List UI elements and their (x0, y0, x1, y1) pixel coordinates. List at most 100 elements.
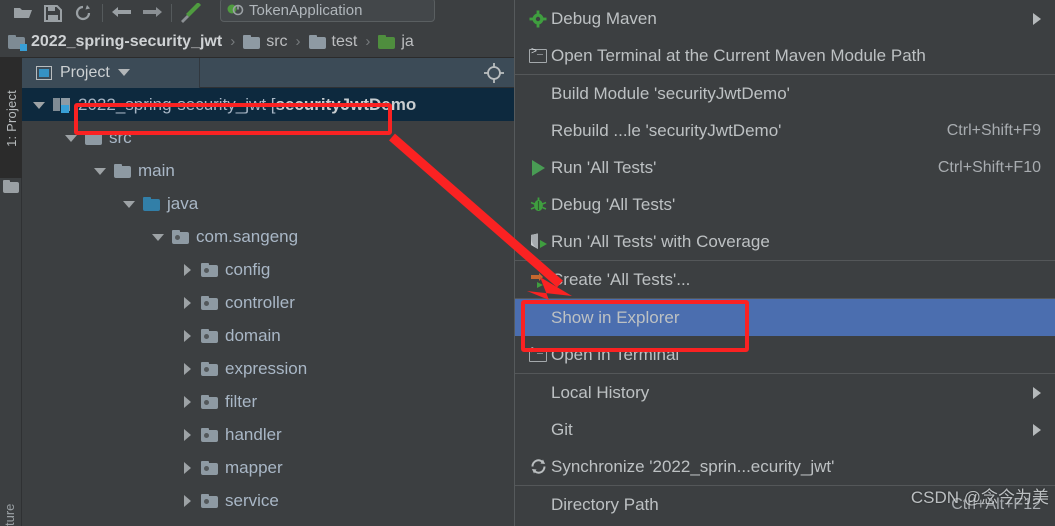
tree-row-config[interactable]: config (22, 253, 516, 286)
left-tool-strip: 1: Project ture (0, 58, 22, 526)
tree-row-service[interactable]: service (22, 484, 516, 517)
terminal-icon (525, 47, 551, 63)
synchronize-icon (525, 457, 551, 476)
collapse-triangle-icon[interactable] (180, 362, 194, 376)
build-hammer-icon[interactable] (176, 1, 206, 25)
menu-item-debug-maven[interactable]: Debug Maven (515, 0, 1055, 37)
sidebar-item-structure[interactable]: ture (2, 478, 17, 526)
collapse-triangle-icon[interactable] (180, 428, 194, 442)
watermark: CSDN @念今为美 (910, 488, 1049, 507)
coverage-icon (525, 233, 551, 250)
source-folder-icon (143, 196, 160, 211)
collapse-triangle-icon[interactable] (180, 461, 194, 475)
menu-item-show-in-explorer[interactable]: Show in Explorer (515, 299, 1055, 336)
submenu-arrow-icon (1033, 386, 1041, 399)
expand-triangle-icon[interactable] (32, 98, 46, 112)
toolbar-separator-1 (102, 4, 103, 22)
menu-item-build-module[interactable]: Build Module 'securityJwtDemo' (515, 75, 1055, 112)
expand-triangle-icon[interactable] (122, 197, 136, 211)
tree-row-com-sangeng[interactable]: com.sangeng (22, 220, 516, 253)
expand-triangle-icon[interactable] (151, 230, 165, 244)
menu-item-open-in-terminal[interactable]: Open in Terminal (515, 336, 1055, 373)
menu-item-debug-all-tests[interactable]: Debug 'All Tests' (515, 186, 1055, 223)
project-folder-icon[interactable] (3, 180, 19, 193)
collapse-triangle-icon[interactable] (180, 395, 194, 409)
menu-item-label: Show in Explorer (551, 307, 680, 327)
menu-item-label: Directory Path (551, 494, 659, 514)
tree-row-label: java (167, 193, 199, 213)
run-icon (525, 159, 551, 176)
menu-item-label: Build Module 'securityJwtDemo' (551, 83, 790, 103)
breadcrumb-item-src[interactable]: src (243, 32, 288, 51)
run-config-label: TokenApplication (249, 1, 363, 19)
select-opened-file-icon[interactable] (484, 62, 504, 83)
submenu-arrow-icon (1033, 12, 1041, 25)
tab-project[interactable]: Project (22, 57, 200, 88)
menu-item-label: Open Terminal at the Current Maven Modul… (551, 45, 926, 65)
folder-icon (114, 163, 131, 178)
menu-item-git[interactable]: Git (515, 411, 1055, 448)
breadcrumb-item-test[interactable]: test (308, 32, 358, 51)
sidebar-item-project[interactable]: 1: Project (0, 58, 22, 178)
collapse-triangle-icon[interactable] (180, 296, 194, 310)
package-icon (201, 394, 218, 409)
tree-row-filter[interactable]: filter (22, 385, 516, 418)
module-icon (53, 97, 71, 113)
tree-row-label: handler (225, 424, 282, 444)
collapse-triangle-icon[interactable] (180, 263, 194, 277)
expand-triangle-icon[interactable] (64, 131, 78, 145)
project-tree: 2022_spring-security_jwt [securityJwtDem… (22, 88, 516, 526)
open-folder-icon[interactable] (8, 1, 38, 25)
breadcrumb-label: test (331, 32, 358, 50)
run-config-icon (227, 2, 244, 18)
breadcrumb-label: src (266, 32, 288, 50)
tree-row-module[interactable]: 2022_spring-security_jwt [securityJwtDem… (22, 88, 516, 121)
tree-row-handler[interactable]: handler (22, 418, 516, 451)
menu-item-shortcut: Ctrl+Shift+F10 (937, 158, 1041, 176)
expand-triangle-icon[interactable] (93, 164, 107, 178)
tab-project-label: Project (60, 63, 110, 81)
menu-item-label: Open in Terminal (551, 344, 680, 364)
redo-icon[interactable] (137, 1, 167, 25)
ide-window: TokenApplication 2022_spring-security_jw… (0, 0, 1055, 526)
menu-item-shortcut: Ctrl+Shift+F9 (946, 121, 1041, 139)
breadcrumb-separator: › (230, 33, 236, 50)
package-icon (201, 295, 218, 310)
menu-item-run-with-coverage[interactable]: Run 'All Tests' with Coverage (515, 223, 1055, 260)
menu-item-local-history[interactable]: Local History (515, 374, 1055, 411)
save-all-icon[interactable] (38, 1, 68, 25)
chevron-down-icon[interactable] (117, 69, 130, 76)
breadcrumb-label: ja (401, 32, 414, 50)
breadcrumb-separator: › (365, 33, 371, 50)
tree-row-main[interactable]: main (22, 154, 516, 187)
menu-item-create-all-tests[interactable]: Create 'All Tests'... (515, 261, 1055, 298)
tree-row-controller[interactable]: controller (22, 286, 516, 319)
tree-row-src[interactable]: src (22, 121, 516, 154)
sync-refresh-icon[interactable] (68, 1, 98, 25)
tree-row-label: config (225, 259, 271, 279)
menu-item-rebuild-module[interactable]: Rebuild ...le 'securityJwtDemo' Ctrl+Shi… (515, 112, 1055, 149)
project-panel-header: Project (22, 57, 516, 88)
menu-item-open-terminal-maven[interactable]: Open Terminal at the Current Maven Modul… (515, 37, 1055, 74)
tree-row-java[interactable]: java (22, 187, 516, 220)
menu-item-synchronize[interactable]: Synchronize '2022_sprin...ecurity_jwt' (515, 448, 1055, 485)
tree-row-domain[interactable]: domain (22, 319, 516, 352)
tree-row-label: 2022_spring-security_jwt [securityJwtDem… (78, 94, 417, 114)
collapse-triangle-icon[interactable] (180, 329, 194, 343)
menu-item-label: Debug Maven (551, 8, 657, 28)
breadcrumb-item-project[interactable]: 2022_spring-security_jwt (8, 33, 222, 51)
folder-icon (243, 34, 261, 49)
menu-item-label: Synchronize '2022_sprin...ecurity_jwt' (551, 456, 835, 476)
tree-row-mapper[interactable]: mapper (22, 451, 516, 484)
package-icon (201, 361, 218, 376)
package-icon (201, 493, 218, 508)
menu-item-run-all-tests[interactable]: Run 'All Tests' Ctrl+Shift+F10 (515, 149, 1055, 186)
run-configuration-selector[interactable]: TokenApplication (220, 0, 435, 22)
collapse-triangle-icon[interactable] (180, 494, 194, 508)
tree-row-expression[interactable]: expression (22, 352, 516, 385)
breadcrumb-item-java[interactable]: ja (378, 32, 414, 51)
tree-row-label: src (109, 127, 132, 147)
tree-row-label: service (225, 490, 279, 510)
undo-icon[interactable] (107, 1, 137, 25)
project-view-icon (36, 65, 52, 80)
